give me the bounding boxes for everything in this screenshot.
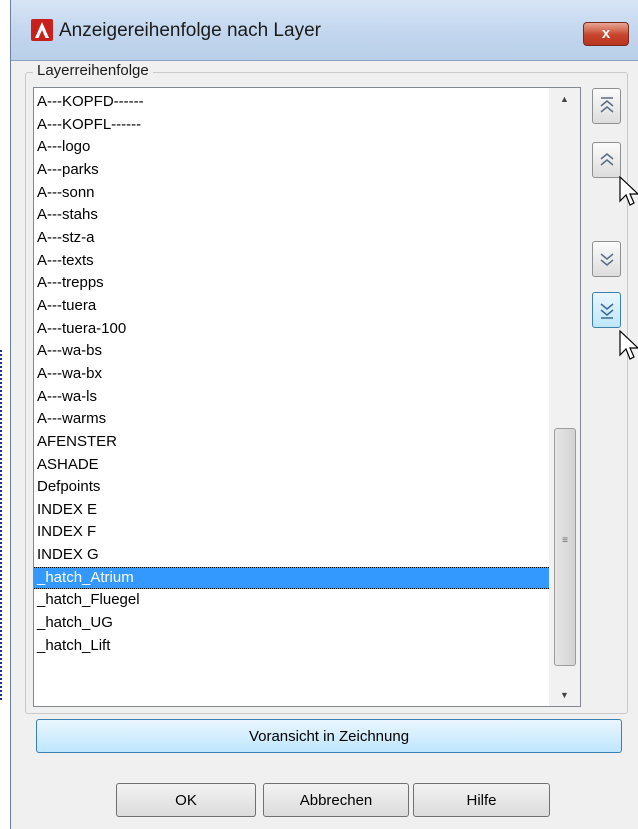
autocad-logo-icon — [31, 19, 53, 41]
layer-list-item[interactable]: ASHADE — [34, 454, 549, 477]
layer-list-item[interactable]: AFENSTER — [34, 431, 549, 454]
layer-list-item[interactable]: Defpoints — [34, 476, 549, 499]
help-button[interactable]: Hilfe — [413, 783, 550, 817]
window-title: Anzeigereihenfolge nach Layer — [59, 20, 321, 41]
layer-list: A---KOPFD------ A---KOPFL------ A---logo A-… — [34, 91, 549, 657]
layer-list-item[interactable]: INDEX G — [34, 544, 549, 567]
layer-list-item[interactable]: A---tuera-100 — [34, 318, 549, 341]
move-down-icon — [600, 253, 613, 266]
cancel-button[interactable]: Abbrechen — [263, 783, 409, 817]
layer-list-item[interactable]: A---wa-bx — [34, 363, 549, 386]
move-to-top-icon — [600, 97, 613, 113]
ok-button[interactable]: OK — [116, 783, 256, 817]
layer-list-item[interactable]: INDEX E — [34, 499, 549, 522]
layer-list-item[interactable]: A---KOPFL------ — [34, 114, 549, 137]
layer-list-item[interactable]: _hatch_Lift — [34, 635, 549, 658]
layer-list-item[interactable]: A---stahs — [34, 204, 549, 227]
move-down-button[interactable] — [592, 241, 621, 277]
layer-list-item[interactable]: A---warms — [34, 408, 549, 431]
layer-list-item[interactable]: _hatch_Fluegel — [34, 589, 549, 612]
scroll-down-arrow-icon[interactable]: ▼ — [549, 684, 580, 706]
layer-list-item[interactable]: A---stz-a — [34, 227, 549, 250]
background-window-edge — [0, 350, 5, 700]
group-label: Layerreihenfolge — [33, 62, 153, 79]
layer-list-item[interactable]: INDEX F — [34, 521, 549, 544]
scroll-thumb[interactable]: ≡ — [554, 428, 576, 666]
preview-in-drawing-button[interactable]: Voransicht in Zeichnung — [36, 719, 622, 753]
layer-list-item[interactable]: _hatch_Atrium — [34, 566, 549, 590]
layer-list-item[interactable]: A---sonn — [34, 182, 549, 205]
move-to-top-button[interactable] — [592, 88, 621, 124]
move-to-bottom-icon — [600, 303, 613, 319]
move-up-button[interactable] — [592, 142, 621, 178]
grip-icon: ≡ — [562, 535, 568, 546]
layer-list-item[interactable]: A---wa-bs — [34, 340, 549, 363]
layer-list-item[interactable]: _hatch_UG — [34, 612, 549, 635]
move-to-bottom-button[interactable] — [592, 292, 621, 328]
layer-list-item[interactable]: A---parks — [34, 159, 549, 182]
mouse-cursor-icon — [619, 330, 638, 360]
mouse-cursor-icon — [619, 176, 638, 206]
layer-list-item[interactable]: A---trepps — [34, 272, 549, 295]
scroll-up-arrow-icon[interactable]: ▲ — [549, 88, 580, 110]
title-bar: Anzeigereihenfolge nach Layer x — [11, 0, 638, 61]
layer-list-item[interactable]: A---texts — [34, 250, 549, 273]
layer-list-item[interactable]: A---logo — [34, 136, 549, 159]
vertical-scrollbar[interactable]: ▲ ≡ ▼ — [549, 88, 580, 706]
layer-listbox[interactable]: A---KOPFD------ A---KOPFL------ A---logo A-… — [33, 87, 581, 707]
move-up-icon — [600, 153, 613, 166]
layer-list-item[interactable]: A---tuera — [34, 295, 549, 318]
close-button[interactable]: x — [583, 22, 629, 46]
layer-list-item[interactable]: A---KOPFD------ — [34, 91, 549, 114]
dialog-window: Anzeigereihenfolge nach Layer x Layerrei… — [10, 0, 638, 829]
layer-list-item[interactable]: A---wa-ls — [34, 386, 549, 409]
